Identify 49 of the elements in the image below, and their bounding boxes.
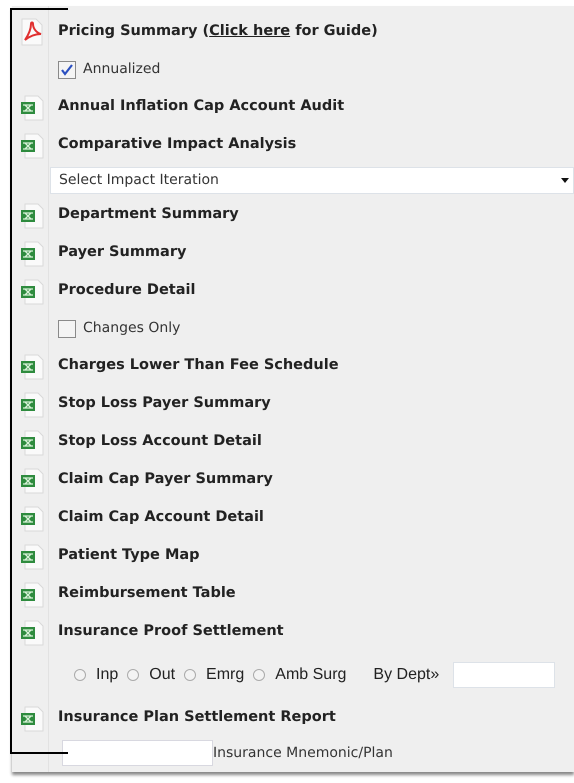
- spreadsheet-icon[interactable]: [19, 580, 45, 608]
- report-title[interactable]: Charges Lower Than Fee Schedule: [58, 355, 339, 377]
- impact-iteration-dropdown[interactable]: Select Impact Iteration: [50, 166, 574, 194]
- spreadsheet-icon[interactable]: [19, 704, 45, 732]
- spreadsheet-icon[interactable]: [19, 201, 45, 229]
- report-title[interactable]: Stop Loss Payer Summary: [58, 393, 271, 415]
- report-title[interactable]: Department Summary: [58, 204, 239, 226]
- spreadsheet-icon[interactable]: [19, 277, 45, 305]
- radio-label: Amb Surg: [275, 665, 346, 685]
- report-title[interactable]: Procedure Detail: [58, 280, 196, 302]
- radio-button[interactable]: [253, 669, 266, 681]
- spreadsheet-icon[interactable]: [19, 93, 45, 121]
- report-title[interactable]: Insurance Proof Settlement: [58, 621, 284, 643]
- spreadsheet-icon[interactable]: [19, 352, 45, 380]
- radio-label: Out: [149, 665, 176, 685]
- radio-label: Inp: [96, 665, 118, 685]
- report-title[interactable]: Pricing Summary (Click here for Guide): [58, 21, 378, 43]
- spreadsheet-icon[interactable]: [19, 504, 45, 532]
- guide-link[interactable]: Click here: [209, 23, 290, 40]
- spreadsheet-icon[interactable]: [19, 131, 45, 159]
- report-title[interactable]: Patient Type Map: [58, 545, 200, 567]
- report-title[interactable]: Claim Cap Account Detail: [58, 507, 264, 529]
- report-title[interactable]: Reimbursement Table: [58, 583, 236, 605]
- pdf-icon[interactable]: [19, 18, 45, 46]
- spreadsheet-icon[interactable]: [19, 618, 45, 646]
- report-title[interactable]: Payer Summary: [58, 242, 186, 264]
- dept-label: By Dept»: [373, 665, 440, 685]
- checkbox[interactable]: [58, 60, 76, 78]
- spreadsheet-icon[interactable]: [19, 428, 45, 456]
- report-title[interactable]: Claim Cap Payer Summary: [58, 469, 273, 491]
- radio-button[interactable]: [74, 669, 86, 681]
- dept-input-field[interactable]: [453, 662, 556, 688]
- spreadsheet-icon[interactable]: [19, 239, 45, 267]
- checkbox-label: Changes Only: [83, 319, 180, 338]
- field-label: Insurance Mnemonic/Plan: [213, 744, 393, 762]
- report-title[interactable]: Insurance Plan Settlement Report: [58, 707, 336, 729]
- caret-icon: [561, 178, 569, 182]
- checkbox-label: Annualized: [83, 60, 160, 79]
- checkbox[interactable]: [58, 320, 76, 338]
- mnemonic-input-field[interactable]: [62, 740, 213, 766]
- spreadsheet-icon[interactable]: [19, 542, 45, 570]
- report-title[interactable]: Comparative Impact Analysis: [58, 134, 296, 156]
- report-title[interactable]: Stop Loss Account Detail: [58, 431, 262, 453]
- report-title[interactable]: Annual Inflation Cap Account Audit: [58, 96, 344, 118]
- spreadsheet-icon[interactable]: [19, 390, 45, 418]
- radio-button[interactable]: [127, 669, 140, 681]
- spreadsheet-icon[interactable]: [19, 466, 45, 494]
- radio-button[interactable]: [184, 669, 196, 681]
- radio-label: Emrg: [206, 665, 244, 685]
